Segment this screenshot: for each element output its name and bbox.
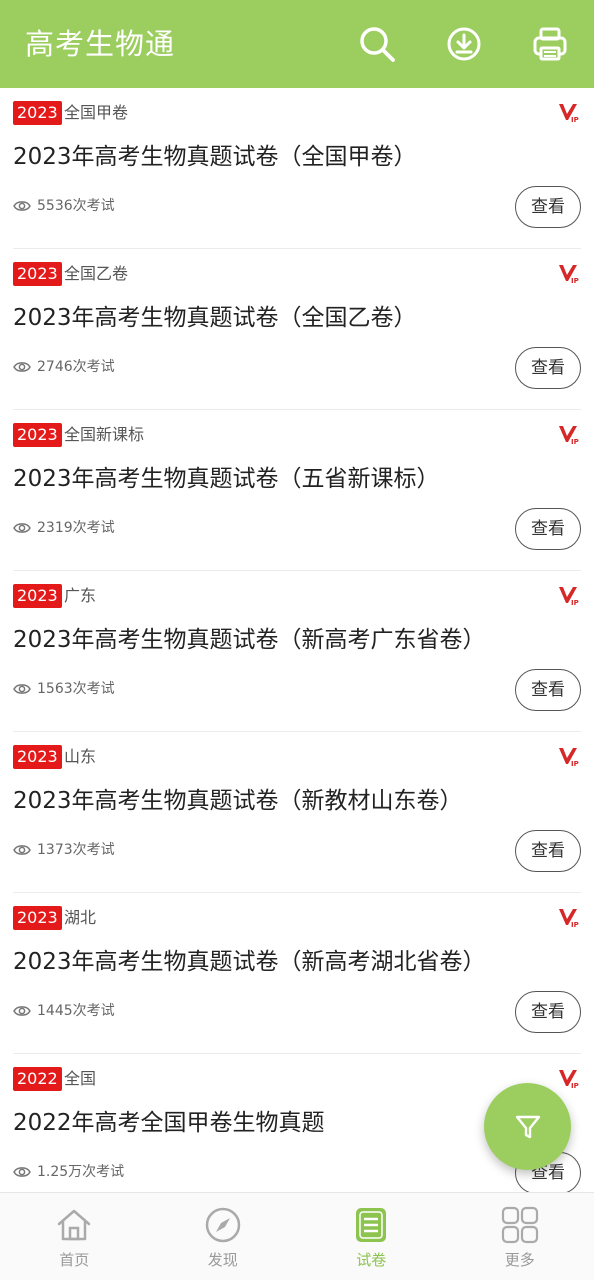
- paper-icon: [351, 1205, 391, 1245]
- vip-icon: IP: [559, 1070, 579, 1089]
- home-icon: [54, 1205, 94, 1245]
- eye-icon: [13, 362, 31, 372]
- paper-title[interactable]: 2023年高考生物真题试卷（全国甲卷）: [13, 140, 417, 174]
- vip-icon: IP: [559, 265, 579, 284]
- paper-item[interactable]: 2023 山东 IP 2023年高考生物真题试卷（新教材山东卷） 1373次考试…: [0, 732, 594, 893]
- year-badge: 2023: [13, 906, 62, 930]
- year-badge: 2023: [13, 745, 62, 769]
- nav-label: 发现: [207, 1251, 238, 1269]
- view-button[interactable]: 查看: [515, 508, 581, 550]
- filter-button[interactable]: [484, 1083, 571, 1170]
- paper-list: 2023 全国甲卷 IP 2023年高考生物真题试卷（全国甲卷） 5536次考试…: [0, 88, 594, 1192]
- region-label: 全国: [64, 1069, 97, 1088]
- view-count-text: 1373次考试: [37, 842, 115, 858]
- paper-title[interactable]: 2023年高考生物真题试卷（新高考湖北省卷）: [13, 945, 486, 979]
- vip-icon: IP: [559, 587, 579, 606]
- paper-title[interactable]: 2023年高考生物真题试卷（全国乙卷）: [13, 301, 417, 335]
- region-label: 全国新课标: [64, 425, 145, 444]
- paper-title[interactable]: 2023年高考生物真题试卷（五省新课标）: [13, 462, 440, 496]
- compass-icon: [203, 1205, 243, 1245]
- nav-label: 首页: [59, 1251, 90, 1269]
- app-title: 高考生物通: [25, 27, 176, 61]
- view-count: 1563次考试: [13, 677, 115, 701]
- year-badge: 2023: [13, 101, 62, 125]
- region-label: 湖北: [64, 908, 97, 927]
- paper-item[interactable]: 2023 全国新课标 IP 2023年高考生物真题试卷（五省新课标） 2319次…: [0, 410, 594, 571]
- paper-item[interactable]: 2023 全国甲卷 IP 2023年高考生物真题试卷（全国甲卷） 5536次考试…: [0, 88, 594, 249]
- download-icon[interactable]: [442, 22, 486, 66]
- view-count-text: 2319次考试: [37, 520, 115, 536]
- print-icon[interactable]: [528, 22, 572, 66]
- paper-title[interactable]: 2022年高考全国甲卷生物真题: [13, 1106, 325, 1140]
- view-count: 1445次考试: [13, 999, 115, 1023]
- view-button[interactable]: 查看: [515, 991, 581, 1033]
- nav-more[interactable]: 更多: [446, 1193, 594, 1280]
- bottom-nav: 首页 发现 试卷 更多: [0, 1192, 594, 1280]
- eye-icon: [13, 1167, 31, 1177]
- paper-item[interactable]: 2023 广东 IP 2023年高考生物真题试卷（新高考广东省卷） 1563次考…: [0, 571, 594, 732]
- view-button[interactable]: 查看: [515, 186, 581, 228]
- nav-label: 试卷: [356, 1251, 387, 1269]
- year-badge: 2023: [13, 584, 62, 608]
- svg-text:IP: IP: [571, 1082, 579, 1089]
- view-count: 1373次考试: [13, 838, 115, 862]
- year-badge: 2023: [13, 262, 62, 286]
- view-count: 5536次考试: [13, 194, 115, 218]
- view-count-text: 2746次考试: [37, 359, 115, 375]
- nav-papers[interactable]: 试卷: [297, 1193, 446, 1280]
- vip-icon: IP: [559, 104, 579, 123]
- svg-text:IP: IP: [571, 277, 579, 284]
- paper-item[interactable]: 2023 全国乙卷 IP 2023年高考生物真题试卷（全国乙卷） 2746次考试…: [0, 249, 594, 410]
- region-label: 全国乙卷: [64, 264, 129, 283]
- year-badge: 2023: [13, 423, 62, 447]
- svg-text:IP: IP: [571, 116, 579, 123]
- view-count-text: 1445次考试: [37, 1003, 115, 1019]
- view-count: 2319次考试: [13, 516, 115, 540]
- eye-icon: [13, 1006, 31, 1016]
- nav-label: 更多: [504, 1251, 535, 1269]
- paper-item[interactable]: 2023 湖北 IP 2023年高考生物真题试卷（新高考湖北省卷） 1445次考…: [0, 893, 594, 1054]
- svg-text:IP: IP: [571, 599, 579, 606]
- eye-icon: [13, 684, 31, 694]
- view-count: 2746次考试: [13, 355, 115, 379]
- svg-text:IP: IP: [571, 760, 579, 767]
- region-label: 广东: [64, 586, 97, 605]
- eye-icon: [13, 523, 31, 533]
- view-button[interactable]: 查看: [515, 347, 581, 389]
- nav-home[interactable]: 首页: [0, 1193, 149, 1280]
- region-label: 全国甲卷: [64, 103, 129, 122]
- view-count-text: 5536次考试: [37, 198, 115, 214]
- search-icon[interactable]: [355, 22, 399, 66]
- view-count: 1.25万次考试: [13, 1160, 124, 1184]
- year-badge: 2022: [13, 1067, 62, 1091]
- svg-text:IP: IP: [571, 921, 579, 928]
- grid-icon: [500, 1205, 540, 1245]
- region-label: 山东: [64, 747, 97, 766]
- eye-icon: [13, 845, 31, 855]
- paper-title[interactable]: 2023年高考生物真题试卷（新高考广东省卷）: [13, 623, 486, 657]
- app-bar: 高考生物通: [0, 0, 594, 88]
- vip-icon: IP: [559, 748, 579, 767]
- view-button[interactable]: 查看: [515, 830, 581, 872]
- nav-discover[interactable]: 发现: [149, 1193, 298, 1280]
- view-button[interactable]: 查看: [515, 669, 581, 711]
- view-count-text: 1563次考试: [37, 681, 115, 697]
- paper-title[interactable]: 2023年高考生物真题试卷（新教材山东卷）: [13, 784, 463, 818]
- filter-icon: [515, 1115, 540, 1138]
- svg-text:IP: IP: [571, 438, 579, 445]
- vip-icon: IP: [559, 909, 579, 928]
- eye-icon: [13, 201, 31, 211]
- view-count-text: 1.25万次考试: [37, 1164, 125, 1180]
- vip-icon: IP: [559, 426, 579, 445]
